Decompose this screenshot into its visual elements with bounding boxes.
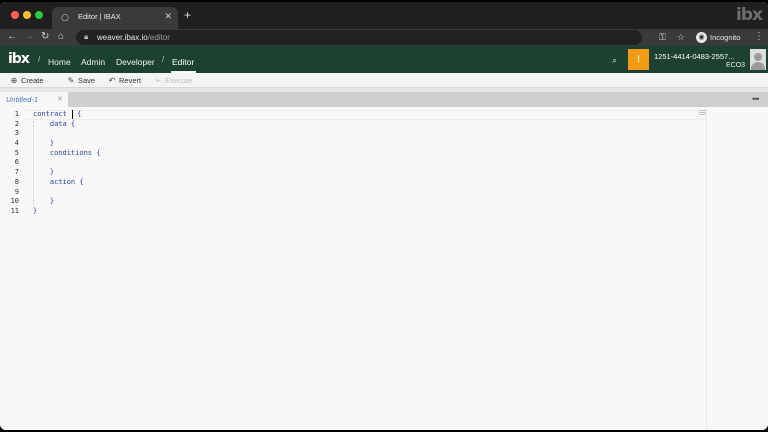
- avatar[interactable]: [750, 49, 766, 70]
- maximize-window-button[interactable]: [35, 11, 43, 19]
- nav-home[interactable]: Home: [48, 57, 71, 67]
- close-icon[interactable]: ✕: [57, 95, 63, 103]
- browser-menu-icon[interactable]: ⋮: [754, 31, 764, 42]
- vertical-scrollbar[interactable]: [706, 107, 707, 430]
- close-tab-icon[interactable]: ✕: [164, 11, 172, 22]
- line-number-gutter: 1 2 3 4 5 6 7 8 9 10 11: [0, 110, 22, 217]
- page-favicon-icon: ⎔: [61, 13, 69, 23]
- more-options-icon[interactable]: •••: [752, 94, 760, 104]
- lock-icon: 🔒︎: [84, 32, 89, 41]
- editor-toolbar: ⊕ Create ✎ Save ↶ Revert ➢ Execute: [0, 73, 768, 88]
- revert-button[interactable]: ↶ Revert: [108, 75, 141, 86]
- browser-window: ⎔ Editor | IBAX ✕ + ← → ↻ ⌂ 🔒︎ weaver.ib…: [0, 2, 768, 430]
- line-number: 6: [14, 158, 19, 167]
- incognito-indicator[interactable]: ◉ Incognito: [696, 31, 740, 44]
- line-number: 3: [14, 129, 19, 138]
- nav-editor[interactable]: Editor: [172, 57, 194, 67]
- account-id[interactable]: 1251-4414-0483-2557...: [654, 52, 734, 61]
- minimize-window-button[interactable]: [23, 11, 31, 19]
- url-text: weaver.ibax.io/editor: [97, 33, 170, 42]
- line-number: 10: [10, 197, 19, 206]
- ibax-logo[interactable]: ibx: [8, 52, 30, 66]
- app-header: ibx / Home Admin Developer / Editor ⌕ ! …: [0, 46, 768, 73]
- home-icon[interactable]: ⌂: [58, 31, 64, 43]
- editor-tab-bar: Untitled-1 ✕ •••: [0, 92, 768, 107]
- nav-developer[interactable]: Developer: [116, 57, 155, 67]
- code-line: }: [33, 197, 55, 206]
- code-editor[interactable]: 1 2 3 4 5 6 7 8 9 10 11 contract { data …: [0, 107, 768, 430]
- incognito-icon: ◉: [696, 32, 707, 43]
- code-line: }: [33, 139, 55, 148]
- forward-arrow-icon[interactable]: →: [24, 31, 34, 43]
- browser-toolbar: ← → ↻ ⌂ 🔒︎ weaver.ibax.io/editor ⚿ ☆ ◉ I…: [0, 29, 768, 46]
- send-icon: ➢: [154, 76, 162, 85]
- save-edit-icon: ✎: [67, 76, 75, 85]
- address-bar[interactable]: 🔒︎ weaver.ibax.io/editor: [76, 30, 642, 45]
- line-number: 8: [14, 177, 19, 186]
- current-line-highlight: [26, 110, 706, 120]
- line-number: 2: [14, 119, 19, 128]
- back-arrow-icon[interactable]: ←: [7, 31, 17, 43]
- ecosystem-name: ECO3: [726, 62, 746, 69]
- line-number: 11: [10, 206, 19, 215]
- execute-button[interactable]: ➢ Execute: [154, 75, 192, 86]
- reload-icon[interactable]: ↻: [41, 31, 49, 43]
- browser-tab[interactable]: ⎔ Editor | IBAX ✕: [52, 7, 178, 29]
- editor-tab-untitled[interactable]: Untitled-1 ✕: [0, 92, 68, 107]
- code-line: conditions {: [33, 148, 101, 157]
- save-button[interactable]: ✎ Save: [67, 75, 95, 86]
- close-window-button[interactable]: [11, 11, 19, 19]
- browser-tab-title: Editor | IBAX: [78, 12, 121, 21]
- undo-icon: ↶: [108, 76, 116, 85]
- bookmark-star-icon[interactable]: ☆: [677, 32, 685, 42]
- create-button[interactable]: ⊕ Create: [10, 75, 44, 86]
- search-icon[interactable]: ⌕: [612, 55, 617, 66]
- code-line: action {: [33, 177, 84, 186]
- line-number: 5: [14, 148, 19, 157]
- line-number: 7: [14, 168, 19, 177]
- breadcrumb-separator: /: [38, 55, 41, 64]
- code-line: data {: [33, 119, 76, 128]
- code-lines: contract { data { } conditions { } actio…: [33, 110, 100, 217]
- code-line: }: [33, 206, 38, 215]
- editor-tab-title: Untitled-1: [6, 95, 39, 104]
- line-number: 9: [14, 187, 19, 196]
- breadcrumb-separator: /: [162, 55, 165, 64]
- nav-admin[interactable]: Admin: [81, 57, 105, 67]
- incognito-label: Incognito: [710, 33, 741, 42]
- new-tab-icon[interactable]: +: [184, 9, 191, 21]
- line-number: 1: [14, 110, 19, 118]
- notification-button[interactable]: !: [628, 49, 649, 70]
- plus-circle-icon: ⊕: [10, 76, 18, 85]
- user-icon: [754, 53, 762, 61]
- browser-tab-strip: ⎔ Editor | IBAX ✕ +: [0, 2, 768, 29]
- code-line: }: [33, 168, 55, 177]
- code-line: contract {: [33, 110, 82, 119]
- line-number: 4: [14, 139, 19, 148]
- key-icon[interactable]: ⚿: [659, 32, 666, 42]
- watermark-logo: ibx: [736, 5, 763, 25]
